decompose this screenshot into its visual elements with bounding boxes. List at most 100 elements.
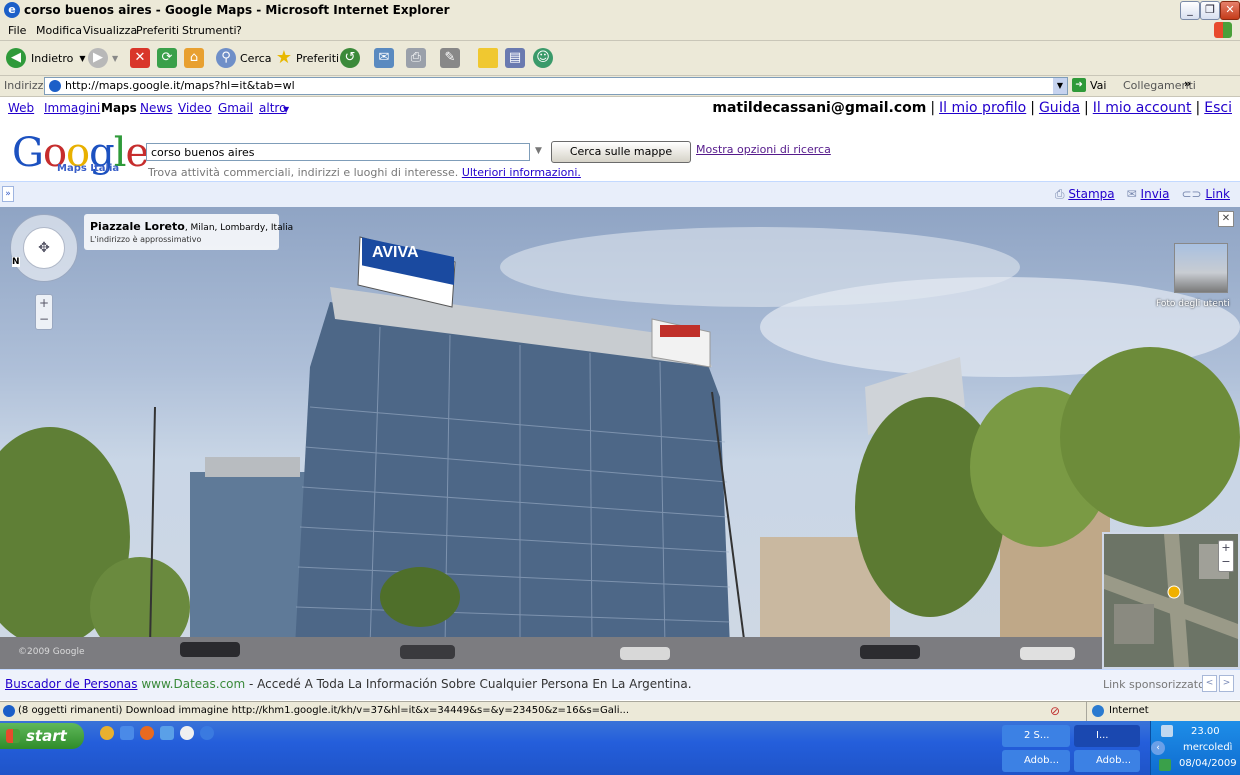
windows-flag-icon — [1214, 22, 1232, 38]
chevron-down-icon[interactable]: ▼ — [79, 54, 85, 63]
mini-map-zoom[interactable]: + − — [1218, 540, 1234, 572]
mail-button[interactable]: ✉ — [374, 47, 394, 69]
address-bar: Indirizzo http://maps.google.it/maps?hl=… — [0, 76, 1240, 97]
chevron-left-icon[interactable]: ‹ — [1151, 741, 1165, 755]
link-action[interactable]: ⊂⊃ Link — [1181, 187, 1230, 202]
print-button[interactable]: ⎙ — [406, 47, 426, 69]
research-button[interactable]: ▤ — [505, 47, 525, 69]
search-hint: Trova attività commerciali, indirizzi e … — [148, 166, 581, 179]
search-maps-button[interactable]: Cerca sulle mappe — [551, 141, 691, 163]
mail-icon: ✉ — [1126, 187, 1137, 201]
print-link[interactable]: Stampa — [1068, 187, 1114, 201]
taskbar-skype[interactable]: 2 S... — [1002, 725, 1070, 747]
nav-web[interactable]: Web — [8, 101, 34, 115]
tray-app-icon[interactable] — [1159, 759, 1171, 771]
status-text: (8 oggetti rimanenti) Download immagine … — [18, 705, 630, 716]
hand-pan-icon[interactable]: ✥ — [23, 227, 65, 269]
nav-maps: Maps — [101, 101, 137, 115]
search-icon: ⚲ — [216, 48, 236, 68]
mini-map[interactable]: + − — [1102, 532, 1240, 669]
search-options-link[interactable]: Mostra opzioni di ricerca — [696, 143, 831, 156]
menu-view[interactable]: Visualizza — [83, 24, 137, 37]
taskbar-adobe-1[interactable]: Adob... — [1002, 750, 1070, 772]
help-link[interactable]: Guida — [1039, 100, 1080, 116]
chevron-right-icon[interactable]: » — [1184, 77, 1191, 90]
popup-blocker-icon[interactable]: ⊘ — [1050, 704, 1064, 718]
menu-file[interactable]: File — [8, 24, 26, 37]
ad-next-icon[interactable]: > — [1219, 675, 1234, 692]
link-link[interactable]: Link — [1205, 187, 1230, 201]
desktop-icon[interactable] — [120, 726, 134, 740]
nav-video[interactable]: Video — [178, 101, 212, 115]
task-label: I... — [1096, 730, 1109, 741]
aviva-sign-text: AVIVA — [372, 244, 419, 261]
start-label: start — [26, 727, 67, 745]
street-view-scene: AVIVA — [0, 227, 1240, 669]
send-link[interactable]: Invia — [1141, 187, 1170, 201]
street-view-panorama[interactable]: AVIVA ✥ N + − Piazzale Loreto, Milan, Lo… — [0, 207, 1240, 669]
ad-prev-icon[interactable]: < — [1202, 675, 1217, 692]
my-account-link[interactable]: Il mio account — [1093, 100, 1192, 116]
chrome-icon[interactable] — [100, 726, 114, 740]
sign-out-link[interactable]: Esci — [1204, 100, 1232, 116]
menu-help[interactable]: ? — [236, 24, 242, 37]
chevron-down-icon: ▼ — [112, 53, 119, 63]
notes-button[interactable] — [478, 47, 498, 69]
send-action[interactable]: ✉ Invia — [1127, 187, 1170, 202]
ad-text-line: Buscador de Personas www.Dateas.com - Ac… — [5, 677, 692, 691]
start-button[interactable]: start — [0, 723, 84, 749]
history-button[interactable]: ↺ — [340, 47, 360, 69]
search-button[interactable]: ⚲ Cerca — [216, 47, 272, 69]
menu-tools[interactable]: Strumenti — [182, 24, 237, 37]
expand-panel-icon[interactable]: » — [2, 186, 14, 202]
zoom-in-icon[interactable]: + — [36, 295, 52, 311]
app-icon[interactable] — [160, 726, 174, 740]
media-player-icon[interactable] — [180, 726, 194, 740]
forward-button[interactable]: ▶ ▼ — [88, 47, 118, 69]
firefox-icon[interactable] — [140, 726, 154, 740]
menu-edit[interactable]: Modifica — [36, 24, 82, 37]
back-arrow-icon: ◀ — [6, 48, 26, 68]
nav-images[interactable]: Immagini — [44, 101, 100, 115]
messenger-button[interactable]: ☺ — [533, 47, 553, 69]
menu-favorites[interactable]: Preferiti — [136, 24, 179, 37]
chevron-down-icon[interactable]: ▼ — [535, 146, 542, 156]
taskbar-adobe-2[interactable]: Adob... — [1074, 750, 1140, 772]
go-label: Vai — [1090, 78, 1107, 92]
sponsored-label: Link sponsorizzato — [1103, 678, 1205, 691]
back-button[interactable]: ◀ Indietro ▼ — [6, 47, 86, 69]
go-arrow-icon: ➜ — [1072, 78, 1086, 92]
minimize-button[interactable]: _ — [1180, 1, 1200, 20]
refresh-button[interactable]: ⟳ — [157, 47, 177, 69]
address-input[interactable]: http://maps.google.it/maps?hl=it&tab=wl … — [44, 77, 1068, 95]
close-icon[interactable]: ✕ — [1218, 211, 1234, 227]
zoom-out-icon[interactable]: − — [36, 311, 52, 327]
search-input[interactable]: corso buenos aires — [146, 143, 530, 161]
history-icon: ↺ — [340, 48, 360, 68]
account-bar: matildecassani@gmail.com | Il mio profilo… — [712, 100, 1232, 116]
network-icon[interactable] — [1161, 725, 1173, 737]
favorites-button[interactable]: ★ Preferiti — [274, 47, 339, 69]
place-name: Piazzale Loreto — [90, 220, 185, 233]
edit-button[interactable]: ✎ — [440, 47, 460, 69]
ad-domain[interactable]: www.Dateas.com — [141, 677, 245, 691]
print-action[interactable]: ⎙ Stampa — [1055, 187, 1115, 202]
note-icon — [478, 48, 498, 68]
home-button[interactable]: ⌂ — [184, 47, 204, 69]
user-photos-thumbnail[interactable] — [1174, 243, 1228, 293]
maximize-button[interactable]: ❐ — [1200, 1, 1220, 20]
menu-bar: File Modifica Visualizza Preferiti Strum… — [0, 20, 1240, 41]
stop-button[interactable]: ✕ — [130, 47, 150, 69]
more-info-link[interactable]: Ulteriori informazioni. — [462, 166, 581, 179]
go-button[interactable]: ➜ Vai — [1072, 78, 1106, 92]
close-button[interactable]: ✕ — [1220, 1, 1240, 20]
chevron-down-icon[interactable]: ▼ — [1053, 78, 1067, 94]
ad-link[interactable]: Buscador de Personas — [5, 677, 138, 691]
nav-news[interactable]: News — [140, 101, 172, 115]
ie-icon[interactable] — [200, 726, 214, 740]
pan-control[interactable]: ✥ — [10, 214, 78, 282]
nav-gmail[interactable]: Gmail — [218, 101, 253, 115]
taskbar-ie[interactable]: I... — [1074, 725, 1140, 747]
page-icon — [49, 80, 61, 92]
profile-link[interactable]: Il mio profilo — [939, 100, 1026, 116]
